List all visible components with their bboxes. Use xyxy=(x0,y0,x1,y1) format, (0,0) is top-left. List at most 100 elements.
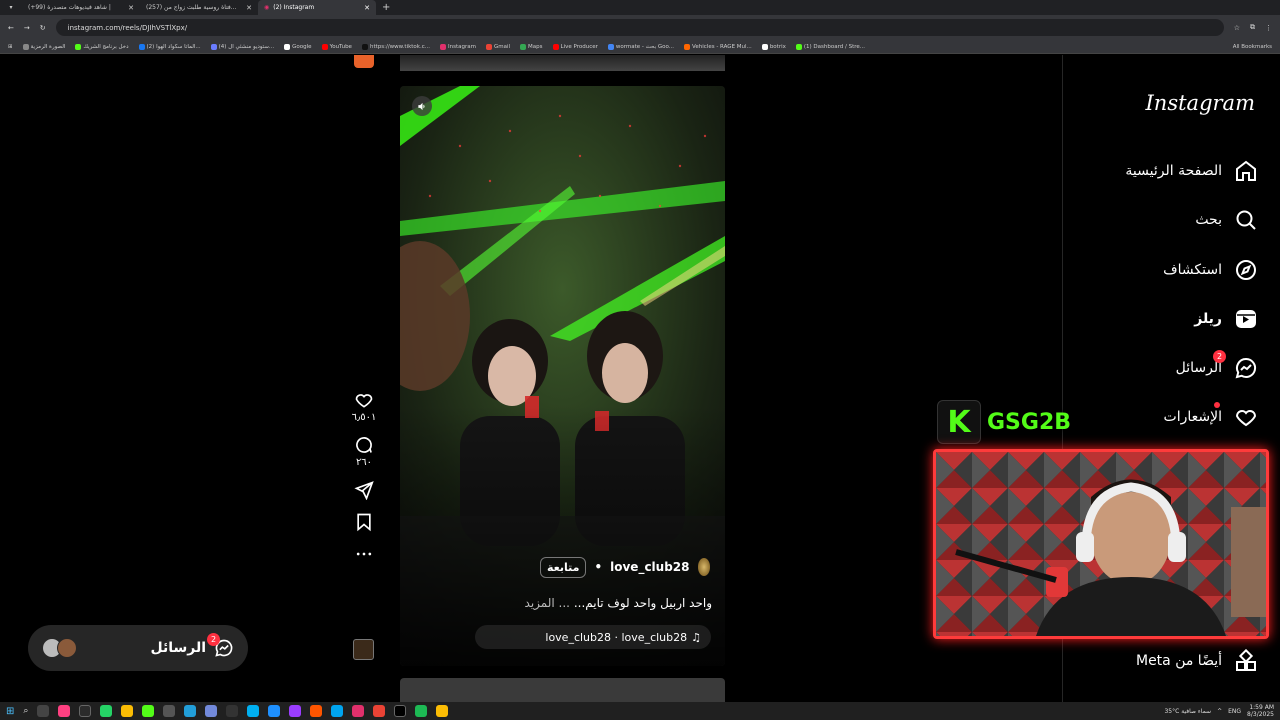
clock-time: 1:59 AM xyxy=(1249,704,1274,711)
sidebar-item-more-from-meta[interactable]: أيضًا من Meta xyxy=(1136,649,1258,673)
bookmark-item[interactable]: https://www.tiktok.c... xyxy=(361,43,430,50)
audio-thumbnail[interactable] xyxy=(353,639,374,660)
messages-pill[interactable]: الرسائل xyxy=(28,625,248,671)
more-action xyxy=(354,544,374,564)
extensions-icon[interactable]: ⧉ xyxy=(1250,23,1255,32)
app-icon[interactable] xyxy=(79,705,92,717)
clock[interactable]: 1:59 AM 8/3/2025 xyxy=(1247,704,1274,718)
notification-dot xyxy=(1214,402,1220,408)
sidebar-item-search[interactable]: بحث xyxy=(1195,205,1258,235)
reel-caption: واحد اربيل واحد لوف تايم... ... المزيد xyxy=(415,596,712,610)
close-icon[interactable]: ✕ xyxy=(128,4,134,12)
system-tray: 35°C سماء صافية ^ ENG 1:59 AM 8/3/2025 xyxy=(1164,704,1274,718)
next-reel[interactable] xyxy=(400,678,725,702)
kick-logo-icon: K xyxy=(937,400,981,444)
tab-3-active[interactable]: ◉ (2) Instagram ✕ xyxy=(258,0,376,15)
follow-button[interactable]: متابعة xyxy=(540,556,587,578)
tab-1[interactable]: (+99) شاهد فيديوهات متصدرة | ✕ xyxy=(22,0,140,15)
new-tab-icon[interactable]: + xyxy=(382,2,390,13)
star-icon[interactable]: ☆ xyxy=(1234,24,1240,32)
kick-icon[interactable] xyxy=(142,705,155,717)
app-icon[interactable] xyxy=(373,705,386,717)
app-icon[interactable] xyxy=(58,705,71,717)
close-icon[interactable]: ✕ xyxy=(246,4,252,12)
bookmark-item[interactable]: wormate - بحث Goo... xyxy=(607,43,674,50)
back-icon[interactable]: ← xyxy=(8,24,14,32)
bookmark-item[interactable]: Live Producer xyxy=(552,43,598,50)
clock-date: 8/3/2025 xyxy=(1247,711,1274,718)
heart-icon[interactable] xyxy=(354,390,374,410)
tab-1-title: (+99) شاهد فيديوهات متصدرة | xyxy=(28,4,111,11)
tab-list-icon[interactable]: ▾ xyxy=(0,4,22,11)
author-username[interactable]: love_club28 xyxy=(610,560,689,574)
author-avatar[interactable] xyxy=(697,558,710,576)
apps-icon[interactable]: ⊞ xyxy=(8,44,13,50)
sidebar-item-label: بحث xyxy=(1195,212,1222,228)
weather-widget[interactable]: 35°C سماء صافية xyxy=(1164,708,1211,715)
app-icon[interactable] xyxy=(310,705,323,717)
audio-track[interactable]: love_club28 · love_club28 ♫ xyxy=(475,625,711,649)
bookmark-item[interactable]: Instagram xyxy=(440,43,476,50)
share-action xyxy=(354,480,374,500)
bookmark-icon[interactable] xyxy=(354,512,374,532)
task-view-icon[interactable] xyxy=(37,705,50,717)
all-bookmarks[interactable]: All Bookmarks xyxy=(1233,44,1272,50)
bookmark-item[interactable]: (1) Dashboard / Stre... xyxy=(795,43,865,50)
app-icon[interactable] xyxy=(163,705,176,717)
sidebar-item-notifications[interactable]: الإشعارات xyxy=(1164,402,1258,432)
skype-icon[interactable] xyxy=(247,705,260,717)
obs-icon[interactable] xyxy=(226,705,239,717)
menu-icon[interactable]: ⋮ xyxy=(1265,24,1272,32)
bookmark-item[interactable]: Vehicles - RAGE Mul... xyxy=(684,43,752,50)
messages-label: الرسائل xyxy=(150,638,234,658)
bookmark-item[interactable]: الصورة الرمزية xyxy=(22,43,65,50)
bookmark-item[interactable]: botrix xyxy=(761,43,786,50)
channel-name: GSG2B xyxy=(987,409,1072,435)
sidebar-item-messages[interactable]: الرسائل 2 xyxy=(1176,350,1258,383)
bookmark-item[interactable]: دخل برنامج الشريك xyxy=(75,43,129,50)
tiktok-icon[interactable] xyxy=(394,705,407,717)
telegram-icon[interactable] xyxy=(184,705,197,717)
previous-reel-marker xyxy=(354,55,374,68)
instagram-logo[interactable]: Instagram xyxy=(1146,91,1255,115)
app-icon[interactable] xyxy=(268,705,281,717)
more-options-icon[interactable] xyxy=(354,544,374,564)
bookmark-item[interactable]: (4) ستوديو منشئي ال... xyxy=(210,43,274,50)
language-indicator[interactable]: ENG xyxy=(1228,708,1241,715)
bookmark-item[interactable]: YouTube xyxy=(321,43,352,50)
bookmark-item[interactable]: Maps xyxy=(520,43,543,50)
bookmark-item[interactable]: Google xyxy=(284,43,312,50)
edge-icon[interactable] xyxy=(331,705,344,717)
sidebar-item-reels[interactable]: ريلز xyxy=(1194,304,1258,334)
sidebar-item-home[interactable]: الصفحة الرئيسية xyxy=(1125,156,1258,186)
sidebar-item-label: الصفحة الرئيسية xyxy=(1125,163,1222,179)
chrome-icon[interactable] xyxy=(436,705,449,717)
previous-reel[interactable] xyxy=(400,55,725,71)
bookmark-item[interactable]: (2) الماتا سكواد الهوا... xyxy=(138,43,201,50)
messages-pill-text: الرسائل xyxy=(150,640,206,656)
discord-icon[interactable] xyxy=(205,705,218,717)
sidebar-item-explore[interactable]: استكشاف xyxy=(1163,255,1258,285)
premiere-icon[interactable] xyxy=(289,705,302,717)
search-icon[interactable]: ⌕ xyxy=(23,706,28,716)
volume-icon[interactable] xyxy=(412,96,432,116)
share-icon[interactable] xyxy=(354,480,374,500)
bookmark-item[interactable]: Gmail xyxy=(485,43,510,50)
whatsapp-icon[interactable] xyxy=(100,705,113,717)
comment-icon[interactable] xyxy=(354,435,374,455)
caption-more-link[interactable]: ... المزيد xyxy=(525,596,570,610)
app-icon[interactable] xyxy=(352,705,365,717)
app-icon[interactable] xyxy=(415,705,428,717)
avatar xyxy=(57,638,77,658)
chrome-icon[interactable] xyxy=(121,705,134,717)
url-input[interactable]: instagram.com/reels/DJIhVSTlXpx/ xyxy=(55,19,1224,36)
like-count: ٦٫٥٠١ xyxy=(351,412,377,423)
close-icon[interactable]: ✕ xyxy=(364,4,370,12)
forward-icon[interactable]: → xyxy=(24,24,30,32)
search-icon xyxy=(1236,210,1256,230)
reload-icon[interactable]: ↻ xyxy=(40,24,46,32)
tray-up-icon[interactable]: ^ xyxy=(1217,708,1222,715)
tab-2[interactable]: (257) فتاة روسية طلبت زواج من... ✕ xyxy=(140,0,258,15)
reel-video[interactable] xyxy=(400,86,725,666)
windows-start-icon[interactable]: ⊞ xyxy=(6,706,14,717)
